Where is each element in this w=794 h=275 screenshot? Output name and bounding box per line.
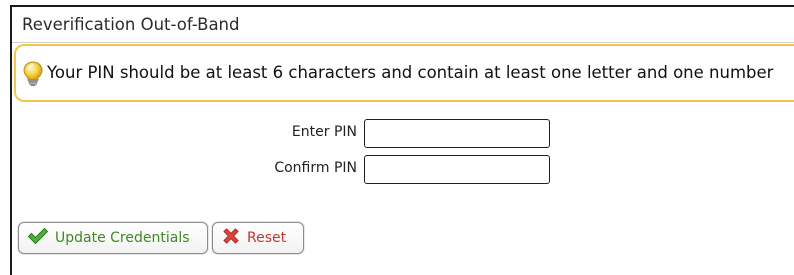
update-credentials-button[interactable]: Update Credentials — [18, 222, 208, 254]
reset-label: Reset — [247, 230, 287, 246]
enter-pin-input[interactable] — [364, 119, 550, 148]
title-divider — [12, 42, 794, 43]
confirm-pin-label: Confirm PIN — [274, 160, 357, 176]
x-icon — [221, 226, 241, 250]
lightbulb-icon — [22, 61, 44, 87]
checkmark-icon — [27, 227, 49, 249]
update-credentials-label: Update Credentials — [55, 230, 190, 246]
pin-requirements-hint: Your PIN should be at least 6 characters… — [47, 63, 774, 82]
panel-title: Reverification Out-of-Band — [22, 15, 240, 34]
enter-pin-label: Enter PIN — [291, 124, 357, 140]
confirm-pin-input[interactable] — [364, 155, 550, 184]
reset-button[interactable]: Reset — [212, 222, 304, 254]
